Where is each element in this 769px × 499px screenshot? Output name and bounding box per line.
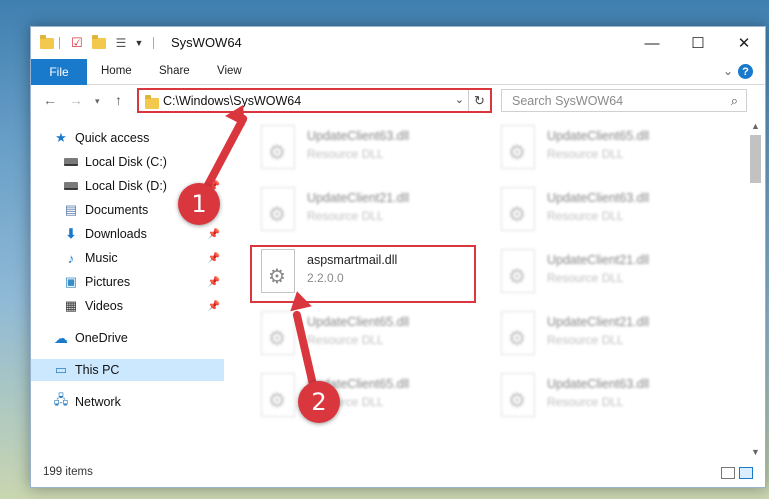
tab-home[interactable]: Home: [101, 65, 132, 77]
dll-file-icon: ⚙: [501, 187, 535, 231]
folder-icon: [145, 95, 159, 109]
status-bar: 199 items: [31, 461, 765, 487]
file-highlight-box: [250, 245, 476, 303]
scroll-down-icon[interactable]: ▼: [751, 447, 760, 457]
new-folder-icon[interactable]: [91, 34, 107, 51]
file-item[interactable]: ⚙ UpdateClient65.dll Resource DLL: [251, 367, 481, 425]
scrollbar-thumb[interactable]: [750, 135, 761, 183]
annotation-callout-2: 2: [298, 381, 340, 423]
back-arrow-icon[interactable]: ←: [43, 92, 57, 108]
file-item[interactable]: ⚙ UpdateClient65.dll Resource DLL: [491, 119, 721, 177]
annotation-callout-1: 1: [178, 183, 220, 225]
file-item[interactable]: ⚙ UpdateClient63.dll Resource DLL: [251, 119, 481, 177]
dll-file-icon: ⚙: [261, 311, 295, 355]
close-button[interactable]: ✕: [721, 27, 765, 59]
dll-file-icon: ⚙: [501, 373, 535, 417]
dll-file-icon: ⚙: [261, 373, 295, 417]
sidebar-item-videos[interactable]: ▦ Videos 📌: [63, 295, 224, 317]
pictures-icon: ▣: [64, 274, 78, 289]
sidebar-item-pictures[interactable]: ▣ Pictures 📌: [63, 271, 224, 293]
drive-icon: [63, 179, 79, 193]
download-icon: ⬇: [65, 226, 77, 241]
sidebar-item-onedrive[interactable]: ☁ OneDrive: [53, 327, 224, 349]
pin-icon[interactable]: 📌: [208, 253, 220, 264]
sidebar-item-network[interactable]: 🖧 Network: [53, 391, 224, 413]
dll-file-icon: ⚙: [261, 125, 295, 169]
file-item[interactable]: ⚙ UpdateClient63.dll Resource DLL: [491, 181, 721, 239]
customize-icon[interactable]: ☰: [113, 35, 129, 51]
maximize-button[interactable]: ☐: [675, 27, 721, 59]
vertical-scrollbar[interactable]: ▲ ▼: [747, 119, 764, 459]
search-icon[interactable]: ⌕: [731, 93, 738, 109]
sidebar-item-this-pc[interactable]: ▭ This PC: [31, 359, 224, 381]
pin-icon[interactable]: 📌: [208, 301, 220, 312]
music-icon: ♪: [67, 250, 75, 266]
computer-icon: ▭: [54, 362, 68, 377]
pin-icon[interactable]: 📌: [208, 229, 220, 240]
ribbon-tabs: File Home Share View ⌄ ?: [31, 59, 765, 85]
details-view-icon[interactable]: [721, 467, 735, 479]
minimize-button[interactable]: —: [629, 27, 675, 59]
videos-icon: ▦: [64, 298, 78, 313]
large-icons-view-icon[interactable]: [739, 467, 753, 479]
chevron-down-icon[interactable]: ⌄: [455, 93, 464, 106]
address-bar[interactable]: C:\Windows\SysWOW64 ⌄ ↻: [137, 88, 492, 113]
up-arrow-icon[interactable]: ↑: [115, 92, 122, 108]
navigation-bar: ← → ▾ ↑ C:\Windows\SysWOW64 ⌄ ↻ Search S…: [31, 86, 765, 116]
folder-icon: [39, 34, 55, 51]
dll-file-icon: ⚙: [501, 249, 535, 293]
file-item[interactable]: ⚙ UpdateClient63.dll Resource DLL: [491, 367, 721, 425]
sidebar-item-music[interactable]: ♪ Music 📌: [63, 247, 224, 269]
window-title: SysWOW64: [171, 35, 242, 50]
dll-file-icon: ⚙: [261, 187, 295, 231]
forward-arrow-icon[interactable]: →: [69, 92, 83, 108]
scroll-up-icon[interactable]: ▲: [751, 121, 760, 131]
onedrive-icon: ☁: [54, 329, 68, 346]
star-icon: ★: [55, 130, 67, 145]
sidebar-item-quick-access[interactable]: ★ Quick access: [53, 127, 224, 149]
chevron-down-icon[interactable]: ▼: [131, 35, 147, 51]
item-count: 199 items: [43, 466, 93, 478]
help-icon[interactable]: ?: [738, 64, 753, 79]
properties-icon[interactable]: ☑: [69, 35, 85, 51]
tab-view[interactable]: View: [217, 65, 242, 77]
file-item[interactable]: ⚙ UpdateClient21.dll Resource DLL: [491, 243, 721, 301]
dll-file-icon: ⚙: [501, 311, 535, 355]
explorer-window: ☑ ☰ ▼ SysWOW64 — ☐ ✕ File Home Share Vie…: [30, 26, 766, 488]
drive-icon: [63, 155, 79, 169]
pin-icon[interactable]: 📌: [208, 277, 220, 288]
dll-file-icon: ⚙: [501, 125, 535, 169]
file-item[interactable]: ⚙ UpdateClient65.dll Resource DLL: [251, 305, 481, 363]
network-icon: 🖧: [53, 392, 69, 407]
file-item[interactable]: ⚙ UpdateClient21.dll Resource DLL: [251, 181, 481, 239]
tab-share[interactable]: Share: [159, 65, 190, 77]
tab-file[interactable]: File: [31, 59, 87, 85]
title-bar: ☑ ☰ ▼ SysWOW64 — ☐ ✕: [31, 27, 765, 59]
sidebar-item-local-disk-c[interactable]: Local Disk (C:): [63, 151, 224, 173]
refresh-icon[interactable]: ↻: [468, 90, 490, 111]
divider: [59, 37, 60, 49]
navigation-pane: ★ Quick access Local Disk (C:) Local Dis…: [31, 123, 231, 458]
divider: [153, 37, 154, 49]
search-placeholder: Search SysWOW64: [512, 94, 624, 108]
documents-icon: ▤: [64, 202, 78, 217]
recent-locations-icon[interactable]: ▾: [95, 96, 100, 107]
search-input[interactable]: Search SysWOW64 ⌕: [501, 89, 747, 112]
file-item[interactable]: ⚙ UpdateClient21.dll Resource DLL: [491, 305, 721, 363]
sidebar-item-downloads[interactable]: ⬇ Downloads 📌: [63, 223, 224, 245]
expand-ribbon-icon[interactable]: ⌄: [723, 64, 733, 78]
